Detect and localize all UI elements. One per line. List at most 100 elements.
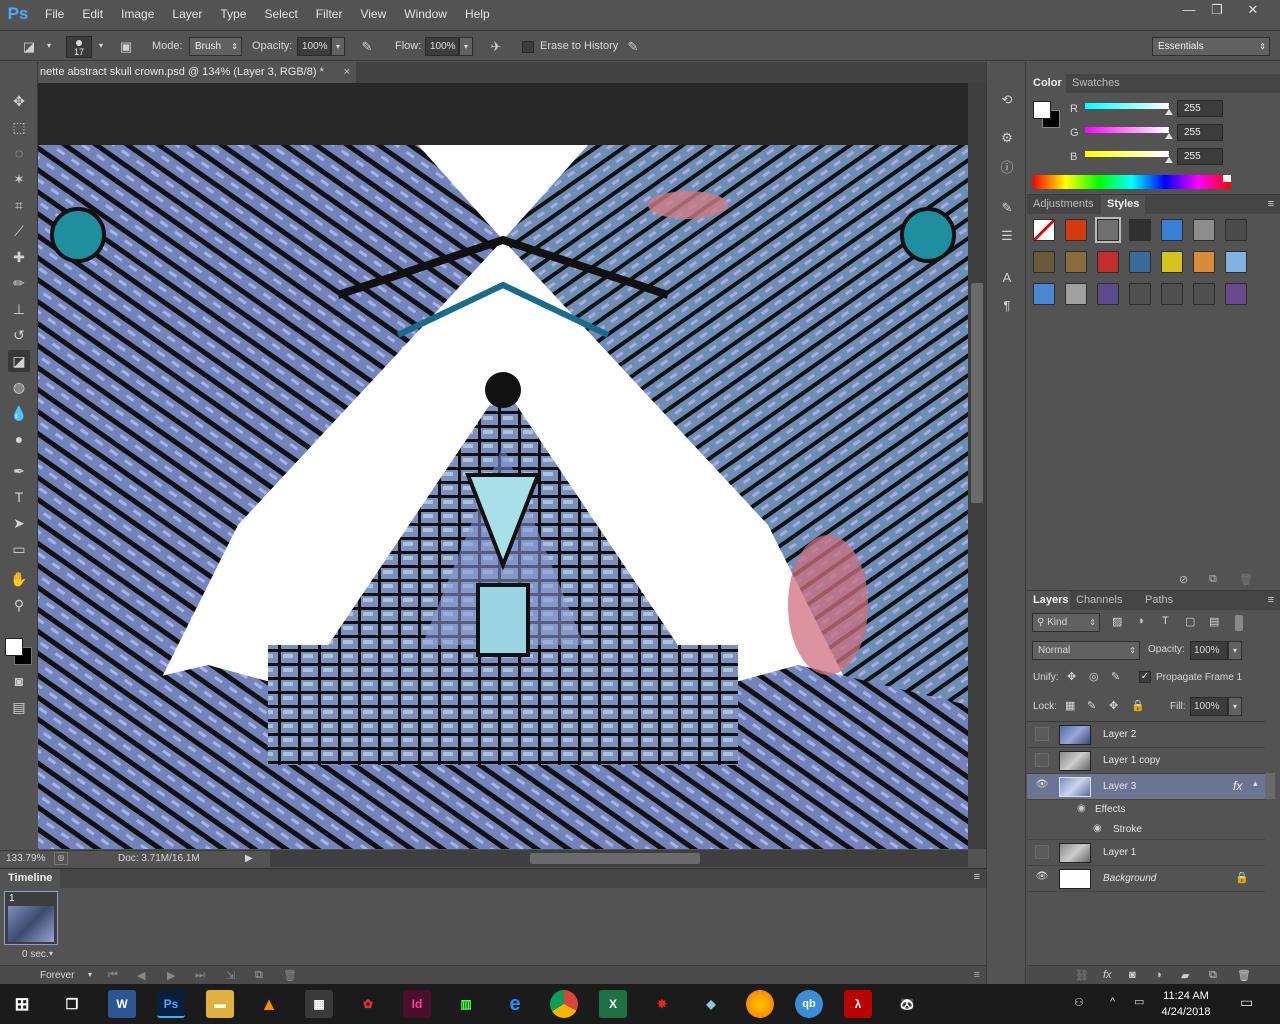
styles-panel-menu-icon[interactable]: ≡ [1268, 198, 1274, 210]
eraser-tool-preset-icon[interactable]: ◪ [20, 39, 38, 55]
actions-icon[interactable]: ⚙ [997, 128, 1017, 148]
clock-date[interactable]: 4/24/2018 [1151, 1006, 1221, 1018]
link-layers-icon[interactable]: ⛓ [1075, 969, 1089, 982]
lock-transparency-icon[interactable]: ▦ [1065, 699, 1075, 712]
brush-presets-icon[interactable]: ✎ [997, 198, 1017, 218]
menu-help[interactable]: Help [456, 0, 499, 28]
color-ramp[interactable] [1033, 175, 1231, 189]
panel-menu-icon[interactable]: ≡ [974, 871, 980, 883]
stroke-effect-row[interactable]: ◉ Stroke [1027, 820, 1265, 840]
preset-chevron-icon[interactable]: ▾ [42, 37, 56, 56]
menu-select[interactable]: Select [255, 0, 306, 28]
brush-tool-icon[interactable]: ✏ [8, 272, 30, 294]
play-icon[interactable]: ▶ [167, 969, 175, 982]
clone-stamp-tool-icon[interactable]: ⊥ [8, 298, 30, 320]
blue-slider-handle[interactable] [1165, 157, 1173, 163]
style-swatch[interactable] [1097, 251, 1119, 273]
style-swatch[interactable] [1065, 251, 1087, 273]
canvas-artwork[interactable] [38, 145, 968, 849]
restore-button[interactable]: ❐ [1200, 0, 1234, 20]
status-menu-arrow-icon[interactable]: ▶ [245, 853, 253, 864]
lock-pixels-icon[interactable]: ✎ [1087, 699, 1096, 712]
prev-frame-icon[interactable]: ◀ [137, 969, 145, 982]
app-icon-2[interactable]: ◆ [697, 990, 725, 1018]
lock-all-icon[interactable]: 🔒 [1131, 699, 1145, 712]
app-icon[interactable]: ✸ [648, 990, 676, 1018]
style-swatch[interactable] [1225, 251, 1247, 273]
tab-layers[interactable]: Layers [1027, 591, 1075, 610]
opacity-input[interactable]: 100% [297, 37, 331, 56]
excel-icon[interactable]: X [599, 990, 627, 1018]
pen-tool-icon[interactable]: ✒ [8, 460, 30, 482]
eye-icon[interactable]: 👁 [1035, 871, 1049, 885]
first-frame-icon[interactable]: ⏮ [108, 969, 118, 982]
new-group-icon[interactable]: ▰ [1181, 969, 1189, 982]
paint-icon[interactable]: ✿ [354, 990, 382, 1018]
layer-row-layer-1-copy[interactable]: Layer 1 copy [1027, 748, 1265, 774]
flow-dropdown-arrow[interactable]: ▾ [459, 37, 473, 56]
style-swatch[interactable] [1095, 217, 1121, 243]
paragraph-icon[interactable]: ¶ [997, 296, 1017, 316]
character-icon[interactable]: A [997, 268, 1017, 288]
menu-file[interactable]: File [36, 0, 73, 28]
blend-mode-dropdown[interactable]: Normal ⇕ [1032, 641, 1140, 660]
filter-smart-object-icon[interactable]: ▤ [1209, 615, 1219, 628]
style-swatch[interactable] [1033, 283, 1055, 305]
tab-channels[interactable]: Channels [1070, 591, 1129, 610]
tab-color[interactable]: Color [1027, 74, 1068, 93]
menu-edit[interactable]: Edit [73, 0, 112, 28]
delete-style-icon[interactable]: 🗑 [1239, 573, 1253, 586]
windows-start-icon[interactable]: ⊞ [8, 990, 36, 1018]
history-brush-tool-icon[interactable]: ↺ [8, 324, 30, 346]
unify-position-icon[interactable]: ✥ [1067, 670, 1076, 683]
path-selection-tool-icon[interactable]: ➤ [8, 512, 30, 534]
clear-style-icon[interactable]: ⊘ [1179, 573, 1188, 586]
next-frame-icon[interactable]: ⏭ [195, 969, 205, 982]
fx-icon[interactable]: fx [1233, 779, 1242, 793]
move-tool-icon[interactable]: ✥ [8, 90, 30, 112]
photoshop-taskbar-icon[interactable]: Ps [157, 990, 185, 1018]
quick-mask-icon[interactable]: ◙ [8, 670, 30, 692]
collapse-effects-icon[interactable]: ▴ [1253, 778, 1258, 789]
lasso-tool-icon[interactable]: ◌ [8, 142, 30, 164]
tween-icon[interactable]: ⇲ [226, 969, 235, 982]
unify-visibility-icon[interactable]: ◎ [1089, 670, 1099, 683]
propagate-checkbox[interactable]: ✓ [1139, 671, 1151, 683]
flow-input[interactable]: 100% [425, 37, 459, 56]
style-swatch[interactable] [1129, 251, 1151, 273]
effects-row[interactable]: ◉ Effects [1027, 800, 1265, 820]
frame-delay-chevron-icon[interactable]: ▾ [49, 949, 53, 958]
firefox-icon[interactable] [746, 990, 774, 1018]
tool-presets-icon[interactable]: ☰ [997, 226, 1017, 246]
layer-row-layer-2[interactable]: Layer 2 [1027, 722, 1265, 748]
hand-tool-icon[interactable]: ✋ [8, 568, 30, 590]
fill-arrow[interactable]: ▾ [1228, 697, 1242, 716]
layer-opacity-input[interactable]: 100% [1190, 641, 1228, 660]
document-tab[interactable]: nette abstract skull crown.psd @ 134% (L… [38, 62, 356, 83]
pressure-size-icon[interactable]: ✎ [624, 39, 642, 55]
delete-layer-icon[interactable]: 🗑 [1237, 969, 1251, 982]
workspace-dropdown[interactable]: Essentials ⇕ [1152, 37, 1270, 56]
file-explorer-icon[interactable]: ▬ [206, 990, 234, 1018]
tab-styles[interactable]: Styles [1101, 195, 1146, 214]
effects-eye-icon[interactable]: ◉ [1077, 803, 1086, 814]
tab-paths[interactable]: Paths [1139, 591, 1180, 610]
blur-tool-icon[interactable]: 💧 [8, 402, 30, 424]
people-icon[interactable]: ⚇ [1074, 996, 1084, 1009]
timeline-menu-icon[interactable]: ≡ [974, 969, 980, 981]
style-swatch[interactable] [1193, 283, 1215, 305]
layer-row-layer-3[interactable]: 👁 Layer 3 fx ▴ [1027, 774, 1265, 800]
eraser-tool-icon[interactable]: ◪ [8, 350, 30, 372]
edge-icon[interactable]: e [501, 990, 529, 1018]
opacity-dropdown-arrow[interactable]: ▾ [331, 37, 345, 56]
action-center-icon[interactable]: ▭ [1240, 994, 1253, 1011]
pressure-opacity-icon[interactable]: ✎ [358, 39, 376, 55]
menu-view[interactable]: View [351, 0, 395, 28]
magic-wand-tool-icon[interactable]: ✶ [8, 168, 30, 190]
red-slider-handle[interactable] [1165, 109, 1173, 115]
style-swatch[interactable] [1193, 219, 1215, 241]
zoom-tool-icon[interactable]: ⚲ [8, 594, 30, 616]
history-icon[interactable]: ⟲ [997, 90, 1017, 110]
filter-shape-icon[interactable]: ▢ [1185, 615, 1195, 628]
word-icon[interactable]: W [108, 990, 136, 1018]
